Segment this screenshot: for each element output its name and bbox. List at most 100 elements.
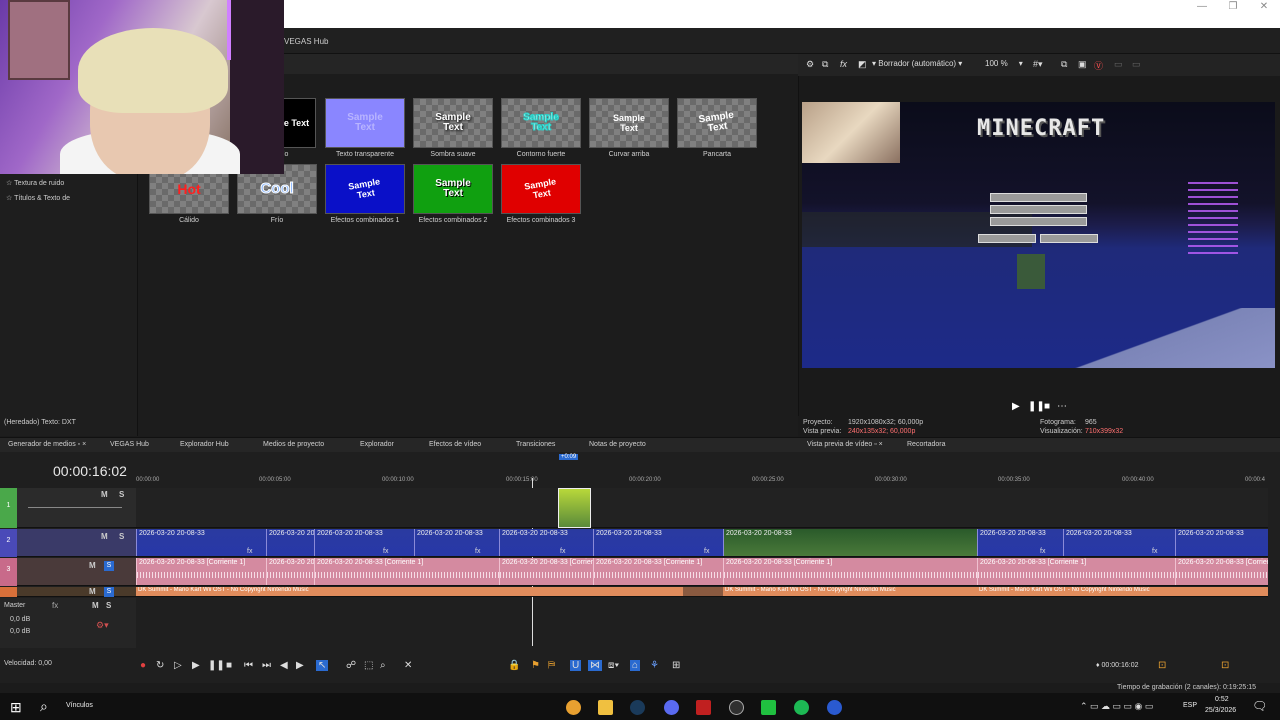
video-clip[interactable]: 2026-03-20 20-08-33 fx bbox=[977, 529, 1063, 556]
tab-explorer[interactable]: Explorador bbox=[360, 441, 394, 448]
track-header-4[interactable]: M S bbox=[0, 587, 136, 597]
close-icon[interactable]: ✕ bbox=[1247, 0, 1280, 14]
lock-envelopes-icon[interactable]: ⌂ bbox=[630, 660, 641, 671]
video-clip[interactable]: 2026-03-20 20-08-33 fx bbox=[414, 529, 499, 556]
record-icon[interactable]: Ⓥ bbox=[1094, 59, 1103, 72]
tab-project-notes[interactable]: Notas de proyecto bbox=[589, 441, 646, 448]
system-tray-icons[interactable]: ⌃ ▭ ☁ ▭ ▭ ◉ ▭ bbox=[1080, 701, 1153, 712]
tab-hub-explorer[interactable]: Explorador Hub bbox=[180, 441, 229, 448]
preset-thumb-combined-1[interactable]: Sample Text bbox=[325, 164, 405, 214]
time-ruler[interactable]: 00:00:00 00:00:05:00 00:00:10:00 00:00:1… bbox=[136, 474, 1268, 488]
tab-vegas-hub[interactable]: VEGAS Hub bbox=[110, 441, 149, 448]
audio-clip[interactable]: 2026-03-20 20-08-33 [Corriente 1] bbox=[1175, 558, 1268, 585]
fx-icon[interactable]: fx bbox=[840, 59, 847, 69]
audio-clip[interactable]: 2026-03-20 20-08-33 [Corriente 1] bbox=[593, 558, 723, 585]
split-screen-icon[interactable]: ◩ bbox=[858, 59, 867, 70]
solo-button[interactable]: S bbox=[106, 601, 111, 610]
music-clip[interactable] bbox=[683, 587, 723, 596]
opacity-slider[interactable] bbox=[28, 507, 122, 508]
mute-button[interactable]: M bbox=[101, 532, 108, 541]
audio-clip[interactable]: 2026-03-20 20-08-33 [Corriente 1] bbox=[499, 558, 593, 585]
marker-icon[interactable]: ⚑ bbox=[531, 660, 540, 671]
tab-transitions[interactable]: Transiciones bbox=[516, 441, 555, 448]
settings-gear-icon[interactable]: ⚙ bbox=[806, 59, 814, 70]
loop-region-icon[interactable]: ⊡ bbox=[1158, 660, 1166, 671]
app-icon[interactable] bbox=[696, 700, 711, 715]
tree-item-noise-texture[interactable]: ☆ Textura de ruido bbox=[6, 179, 64, 187]
group-icon[interactable]: ⊞ bbox=[672, 660, 680, 671]
track-area-1[interactable] bbox=[136, 488, 1268, 528]
audio-clip[interactable]: 2026-03-20 20-08-33 [Corriente 1] bbox=[723, 558, 977, 585]
preset-thumb-banner[interactable]: Sample Text bbox=[677, 98, 757, 148]
video-clip[interactable]: 2026-03-20 20-08-33 fx bbox=[1063, 529, 1175, 556]
video-clip[interactable]: 2026-03-20 20-08-33 bbox=[723, 529, 977, 556]
vegas-hub-label[interactable]: VEGAS Hub bbox=[284, 37, 328, 46]
clip-fx-icon[interactable]: fx bbox=[247, 548, 252, 555]
audio-clip[interactable]: 2026-03-20 20-08-33 [Corriente 1] bbox=[266, 558, 314, 585]
region-icon[interactable]: ⛿ bbox=[548, 660, 555, 671]
overlay-clip[interactable] bbox=[558, 488, 591, 528]
mute-button[interactable]: M bbox=[101, 490, 108, 499]
more-icon[interactable]: ⋯ bbox=[1057, 401, 1067, 412]
video-clip[interactable]: 2026-03-20 20-08-33 fx bbox=[314, 529, 414, 556]
ignore-grouping-icon[interactable]: ⚘ bbox=[650, 660, 659, 671]
audio-clip[interactable]: 2026-03-20 20-08-33 [Corriente 1] bbox=[977, 558, 1175, 585]
music-clip[interactable]: DK Summit - Mario Kart Wii OST - No Copy… bbox=[136, 587, 683, 596]
video-clip[interactable]: 2026-03-20 20-08-33 fx bbox=[499, 529, 593, 556]
video-clip[interactable]: 2026-03-20 20-08-33 bbox=[1175, 529, 1268, 556]
pause-icon[interactable]: ❚❚ bbox=[208, 660, 225, 671]
clip-fx-icon[interactable]: fx bbox=[1040, 548, 1045, 555]
zoom-dropdown[interactable]: 100 % ▾ bbox=[985, 59, 1023, 68]
save-snapshot-icon[interactable]: ▣ bbox=[1078, 59, 1087, 70]
clock-time[interactable]: 0:52 bbox=[1215, 696, 1229, 703]
pause-icon[interactable]: ❚❚ bbox=[1028, 401, 1045, 412]
solo-button[interactable]: S bbox=[119, 532, 124, 541]
track-area-4[interactable]: DK Summit - Mario Kart Wii OST - No Copy… bbox=[136, 587, 1268, 597]
tab-project-media[interactable]: Medios de proyecto bbox=[263, 441, 324, 448]
go-to-start-icon[interactable]: ⏮ bbox=[244, 660, 253, 671]
track-area-2[interactable]: 2026-03-20 20-08-33 fx 2026-03-20 20-08-3… bbox=[136, 529, 1268, 557]
video-clip[interactable]: 2026-03-20 20-08-33 bbox=[266, 529, 314, 556]
solo-button[interactable]: S bbox=[104, 561, 114, 571]
tab-trimmer[interactable]: Recortadora bbox=[907, 441, 946, 448]
solo-button[interactable]: S bbox=[104, 587, 114, 597]
clip-fx-icon[interactable]: fx bbox=[475, 548, 480, 555]
go-to-end-icon[interactable]: ⏭ bbox=[262, 660, 271, 671]
envelope-tool-icon[interactable]: ☍ bbox=[346, 660, 356, 671]
preset-thumb-curve-up[interactable]: Sample Text bbox=[589, 98, 669, 148]
spotify-icon[interactable] bbox=[794, 700, 809, 715]
track-area-3[interactable]: 2026-03-20 20-08-33 [Corriente 1] 2026-0… bbox=[136, 558, 1268, 586]
lock-icon[interactable]: 🔒 bbox=[508, 660, 520, 671]
stop-icon[interactable]: ■ bbox=[1044, 401, 1050, 412]
stop-icon[interactable]: ■ bbox=[226, 660, 232, 671]
mute-button[interactable]: M bbox=[89, 561, 96, 570]
master-fx-icon[interactable]: fx bbox=[52, 601, 58, 610]
selection-tool-icon[interactable]: ⬚ bbox=[364, 660, 373, 671]
maximize-icon[interactable]: ❐ bbox=[1216, 0, 1250, 14]
preset-thumb-combined-3[interactable]: Sample Text bbox=[501, 164, 581, 214]
prev-frame-icon[interactable]: ◀ bbox=[280, 660, 288, 671]
monitor-icon[interactable]: ▭ bbox=[1132, 59, 1141, 70]
record-button-icon[interactable]: ● bbox=[140, 660, 146, 671]
snapping-icon[interactable]: U bbox=[570, 660, 582, 671]
clip-fx-icon[interactable]: fx bbox=[704, 548, 709, 555]
mute-button[interactable]: M bbox=[89, 587, 96, 596]
chrome-icon[interactable] bbox=[566, 700, 581, 715]
track-header-2[interactable]: 2 M S bbox=[0, 529, 136, 557]
mute-button[interactable]: M bbox=[92, 601, 99, 610]
preset-thumb-transparent[interactable]: Sample Text bbox=[325, 98, 405, 148]
track-header-3[interactable]: 3 M S bbox=[0, 558, 136, 586]
taskbar-search-label[interactable]: Vínculos bbox=[66, 702, 93, 709]
preset-thumb-combined-2[interactable]: Sample Text bbox=[413, 164, 493, 214]
external-monitor-icon[interactable]: ⧉ bbox=[822, 59, 828, 70]
grid-icon[interactable]: #▾ bbox=[1033, 59, 1043, 70]
minimize-icon[interactable]: — bbox=[1185, 0, 1219, 14]
loop-icon[interactable]: ↻ bbox=[156, 660, 164, 671]
auto-crossfade-icon[interactable]: ⋈ bbox=[588, 660, 602, 671]
delete-icon[interactable]: ✕ bbox=[404, 660, 412, 671]
zoom-tool-icon[interactable]: ⌕ bbox=[380, 660, 386, 671]
video-clip[interactable]: 2026-03-20 20-08-33 fx bbox=[593, 529, 723, 556]
discord-icon[interactable] bbox=[664, 700, 679, 715]
tab-media-generator[interactable]: Generador de medios ▫ × bbox=[8, 441, 86, 448]
clock-date[interactable]: 25/3/2026 bbox=[1205, 707, 1236, 714]
